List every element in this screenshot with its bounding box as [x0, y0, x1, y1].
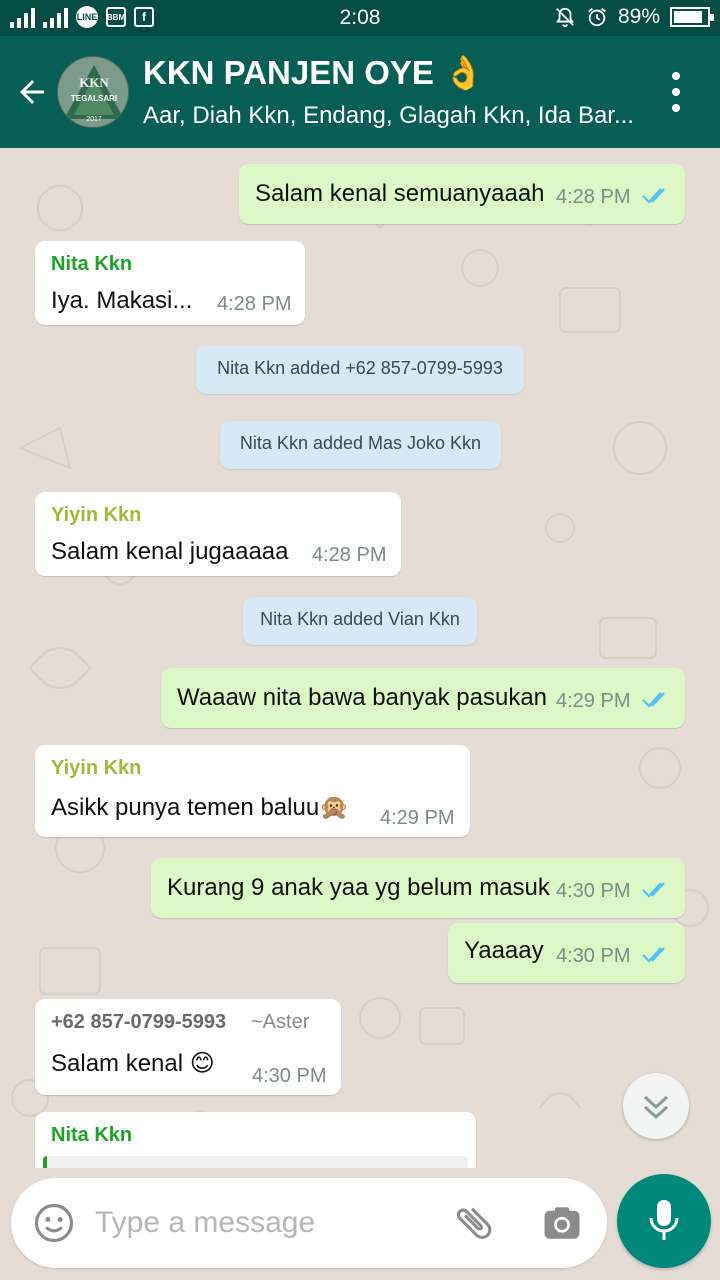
- group-members[interactable]: Aar, Diah Kkn, Endang, Glagah Kkn, Ida B…: [143, 102, 643, 130]
- sender-name: Nita Kkn: [51, 253, 133, 275]
- emoji-icon[interactable]: [33, 1202, 75, 1244]
- message-outgoing[interactable]: Salam kenal semuanyaaah 4:28 PM: [239, 164, 685, 224]
- message-incoming[interactable]: +62 857-0799-5993 ~Aster Salam kenal 😊 4…: [35, 999, 341, 1095]
- camera-icon[interactable]: [541, 1202, 583, 1244]
- status-bar: LINE BBM f 2:08 89%: [0, 0, 720, 36]
- message-time: 4:28 PM: [217, 293, 292, 315]
- battery-percent: 89%: [617, 5, 660, 28]
- bell-off-icon: [555, 7, 575, 28]
- message-time: 4:29 PM: [380, 807, 455, 829]
- attach-icon[interactable]: [451, 1200, 497, 1246]
- message-time: 4:30 PM: [252, 1065, 327, 1087]
- message-outgoing[interactable]: Yaaaay 4:30 PM: [448, 923, 685, 983]
- chat-header: KKN TEGALSARI 2017 KKN PANJEN OYE 👌 Aar,…: [0, 36, 720, 148]
- message-time: 4:30 PM: [556, 880, 631, 902]
- battery-fill: [674, 11, 703, 23]
- message-text: Salam kenal jugaaaaa: [51, 538, 289, 565]
- group-title[interactable]: KKN PANJEN OYE 👌: [143, 54, 484, 93]
- message-text: Kurang 9 anak yaa yg belum masuk: [167, 874, 550, 901]
- group-avatar[interactable]: KKN TEGALSARI 2017: [57, 56, 129, 128]
- avatar-logo: KKN TEGALSARI 2017: [58, 57, 128, 127]
- sender-name: +62 857-0799-5993: [51, 1011, 227, 1033]
- double-tick-icon: [642, 882, 665, 898]
- sender-pushname: ~Aster: [251, 1011, 310, 1033]
- sender-name: Yiyin Kkn: [51, 504, 142, 526]
- message-time: 4:28 PM: [312, 544, 387, 566]
- system-text: Nita Kkn added Mas Joko Kkn: [239, 433, 482, 453]
- system-text: Nita Kkn added Vian Kkn: [260, 609, 460, 629]
- battery-icon: [670, 7, 714, 27]
- back-arrow-icon[interactable]: [14, 74, 50, 110]
- message-text: Asikk punya temen baluu🙊: [51, 794, 350, 821]
- scroll-down-icon: [643, 1095, 669, 1120]
- message-time: 4:29 PM: [556, 690, 631, 712]
- message-text: Waaaw nita bawa banyak pasukan: [177, 684, 548, 711]
- scroll-down-button[interactable]: [623, 1073, 689, 1139]
- system-message: Nita Kkn added +62 857-0799-5993: [196, 346, 524, 394]
- system-text: Nita Kkn added +62 857-0799-5993: [217, 358, 503, 378]
- mic-button[interactable]: [617, 1174, 711, 1268]
- message-text: Iya. Makasi...: [51, 287, 193, 314]
- message-text: Salam kenal semuanyaaah: [255, 180, 545, 207]
- message-compose-bar: [11, 1178, 607, 1268]
- status-right: 89%: [554, 5, 714, 29]
- message-incoming[interactable]: Nita Kkn Iya. Makasi... 4:28 PM: [35, 241, 305, 325]
- chat-area[interactable]: Salam kenal semuanyaaah 4:28 PM Nita Kkn…: [0, 148, 720, 1168]
- message-input[interactable]: [95, 1198, 425, 1248]
- system-message: Nita Kkn added Mas Joko Kkn: [220, 421, 501, 469]
- avatar-subtext: TEGALSARI: [71, 94, 117, 103]
- avatar-year: 2017: [86, 116, 102, 123]
- message-outgoing[interactable]: Kurang 9 anak yaa yg belum masuk 4:30 PM: [151, 858, 685, 918]
- message-text: Yaaaay: [464, 937, 544, 964]
- message-incoming[interactable]: Yiyin Kkn Asikk punya temen baluu🙊 4:29 …: [35, 745, 470, 837]
- message-text: Salam kenal 😊: [51, 1050, 215, 1077]
- avatar-text: KKN: [79, 75, 109, 90]
- message-incoming-partial[interactable]: Nita Kkn: [35, 1112, 476, 1168]
- quoted-message: [43, 1156, 468, 1168]
- message-time: 4:28 PM: [556, 186, 631, 208]
- message-outgoing[interactable]: Waaaw nita bawa banyak pasukan 4:29 PM: [161, 668, 685, 728]
- more-vert-icon[interactable]: [664, 72, 688, 112]
- alarm-icon: [588, 8, 606, 27]
- double-tick-icon: [642, 188, 665, 204]
- double-tick-icon: [642, 692, 665, 708]
- system-message: Nita Kkn added Vian Kkn: [243, 597, 477, 645]
- message-incoming[interactable]: Yiyin Kkn Salam kenal jugaaaaa 4:28 PM: [35, 492, 401, 576]
- message-time: 4:30 PM: [556, 945, 631, 967]
- mic-icon: [649, 1200, 679, 1240]
- double-tick-icon: [642, 947, 665, 963]
- sender-name: Yiyin Kkn: [51, 757, 142, 779]
- sender-name: Nita Kkn: [51, 1124, 133, 1146]
